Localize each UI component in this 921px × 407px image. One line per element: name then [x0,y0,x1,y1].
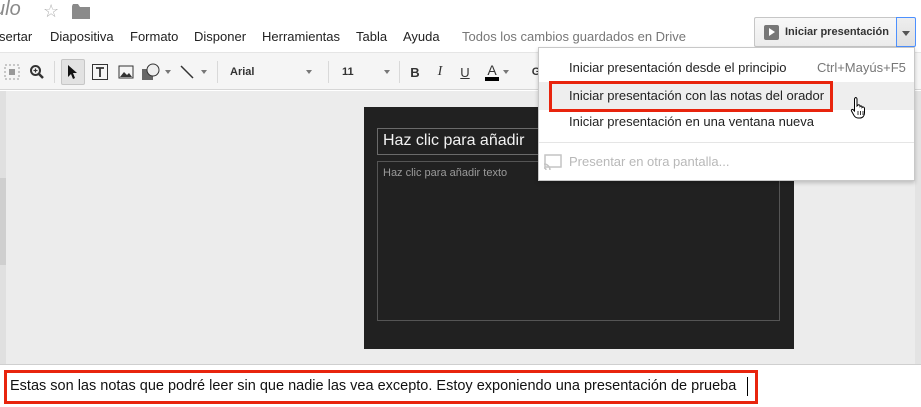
present-options-dropdown-button[interactable] [896,17,916,47]
notes-highlight-box [4,370,758,404]
font-family-value: Arial [230,66,255,78]
menu-format[interactable]: Formato [130,29,178,44]
menu-insert[interactable]: sertar [0,29,32,44]
filmstrip-scrollbar[interactable] [0,178,6,265]
slide-body-placeholder[interactable]: Haz clic para añadir texto [377,161,780,321]
font-size-select[interactable]: 11 [338,59,394,85]
menu-item-shortcut: Ctrl+Mayús+F5 [817,60,906,75]
image-icon[interactable] [114,59,138,85]
menu-item-present-from-beginning[interactable]: Iniciar presentación desde el principio … [539,54,914,82]
bold-button[interactable]: B [403,59,427,85]
canvas-scrollbar[interactable] [915,91,921,364]
shape-icon[interactable] [140,59,172,85]
menu-item-label: Iniciar presentación desde el principio [569,60,787,75]
play-icon [764,24,779,40]
hand-pointer-icon [850,97,865,119]
menu-table[interactable]: Tabla [356,29,387,44]
menu-slide[interactable]: Diapositiva [50,29,114,44]
menu-item-label: Iniciar presentación en una ventana nuev… [569,114,815,129]
document-title[interactable]: ulo [0,0,21,21]
star-icon[interactable]: ☆ [43,1,59,21]
menu-tools[interactable]: Herramientas [262,29,340,44]
start-presentation-label: Iniciar presentación [785,26,889,38]
start-presentation-button[interactable]: Iniciar presentación [754,17,896,47]
text-color-icon: A [485,63,499,81]
menu-highlight-box [549,81,833,112]
text-color-button[interactable]: A [480,59,514,85]
slide-body-text: Haz clic para añadir texto [383,167,508,179]
text-box-icon[interactable] [88,59,112,85]
menu-help[interactable]: Ayuda [403,29,440,44]
present-button-group: Iniciar presentación [754,17,916,47]
menu-divider [539,142,914,143]
cast-icon [543,154,562,170]
zoom-icon[interactable] [25,59,49,85]
slide-title-text: Haz clic para añadir [383,132,525,149]
fit-icon[interactable] [0,59,24,85]
select-cursor-icon[interactable] [61,59,85,85]
line-icon[interactable] [176,59,210,85]
menu-item-present-on-other-screen: Presentar en otra pantalla... [539,148,914,176]
menu-arrange[interactable]: Disponer [194,29,246,44]
font-size-value: 11 [342,66,354,78]
underline-button[interactable]: U [453,59,477,85]
folder-icon[interactable] [72,4,90,19]
menu-item-label: Presentar en otra pantalla... [569,154,730,169]
italic-button[interactable]: I [428,59,452,85]
save-status[interactable]: Todos los cambios guardados en Drive [462,29,686,44]
font-family-select[interactable]: Arial [226,59,320,85]
